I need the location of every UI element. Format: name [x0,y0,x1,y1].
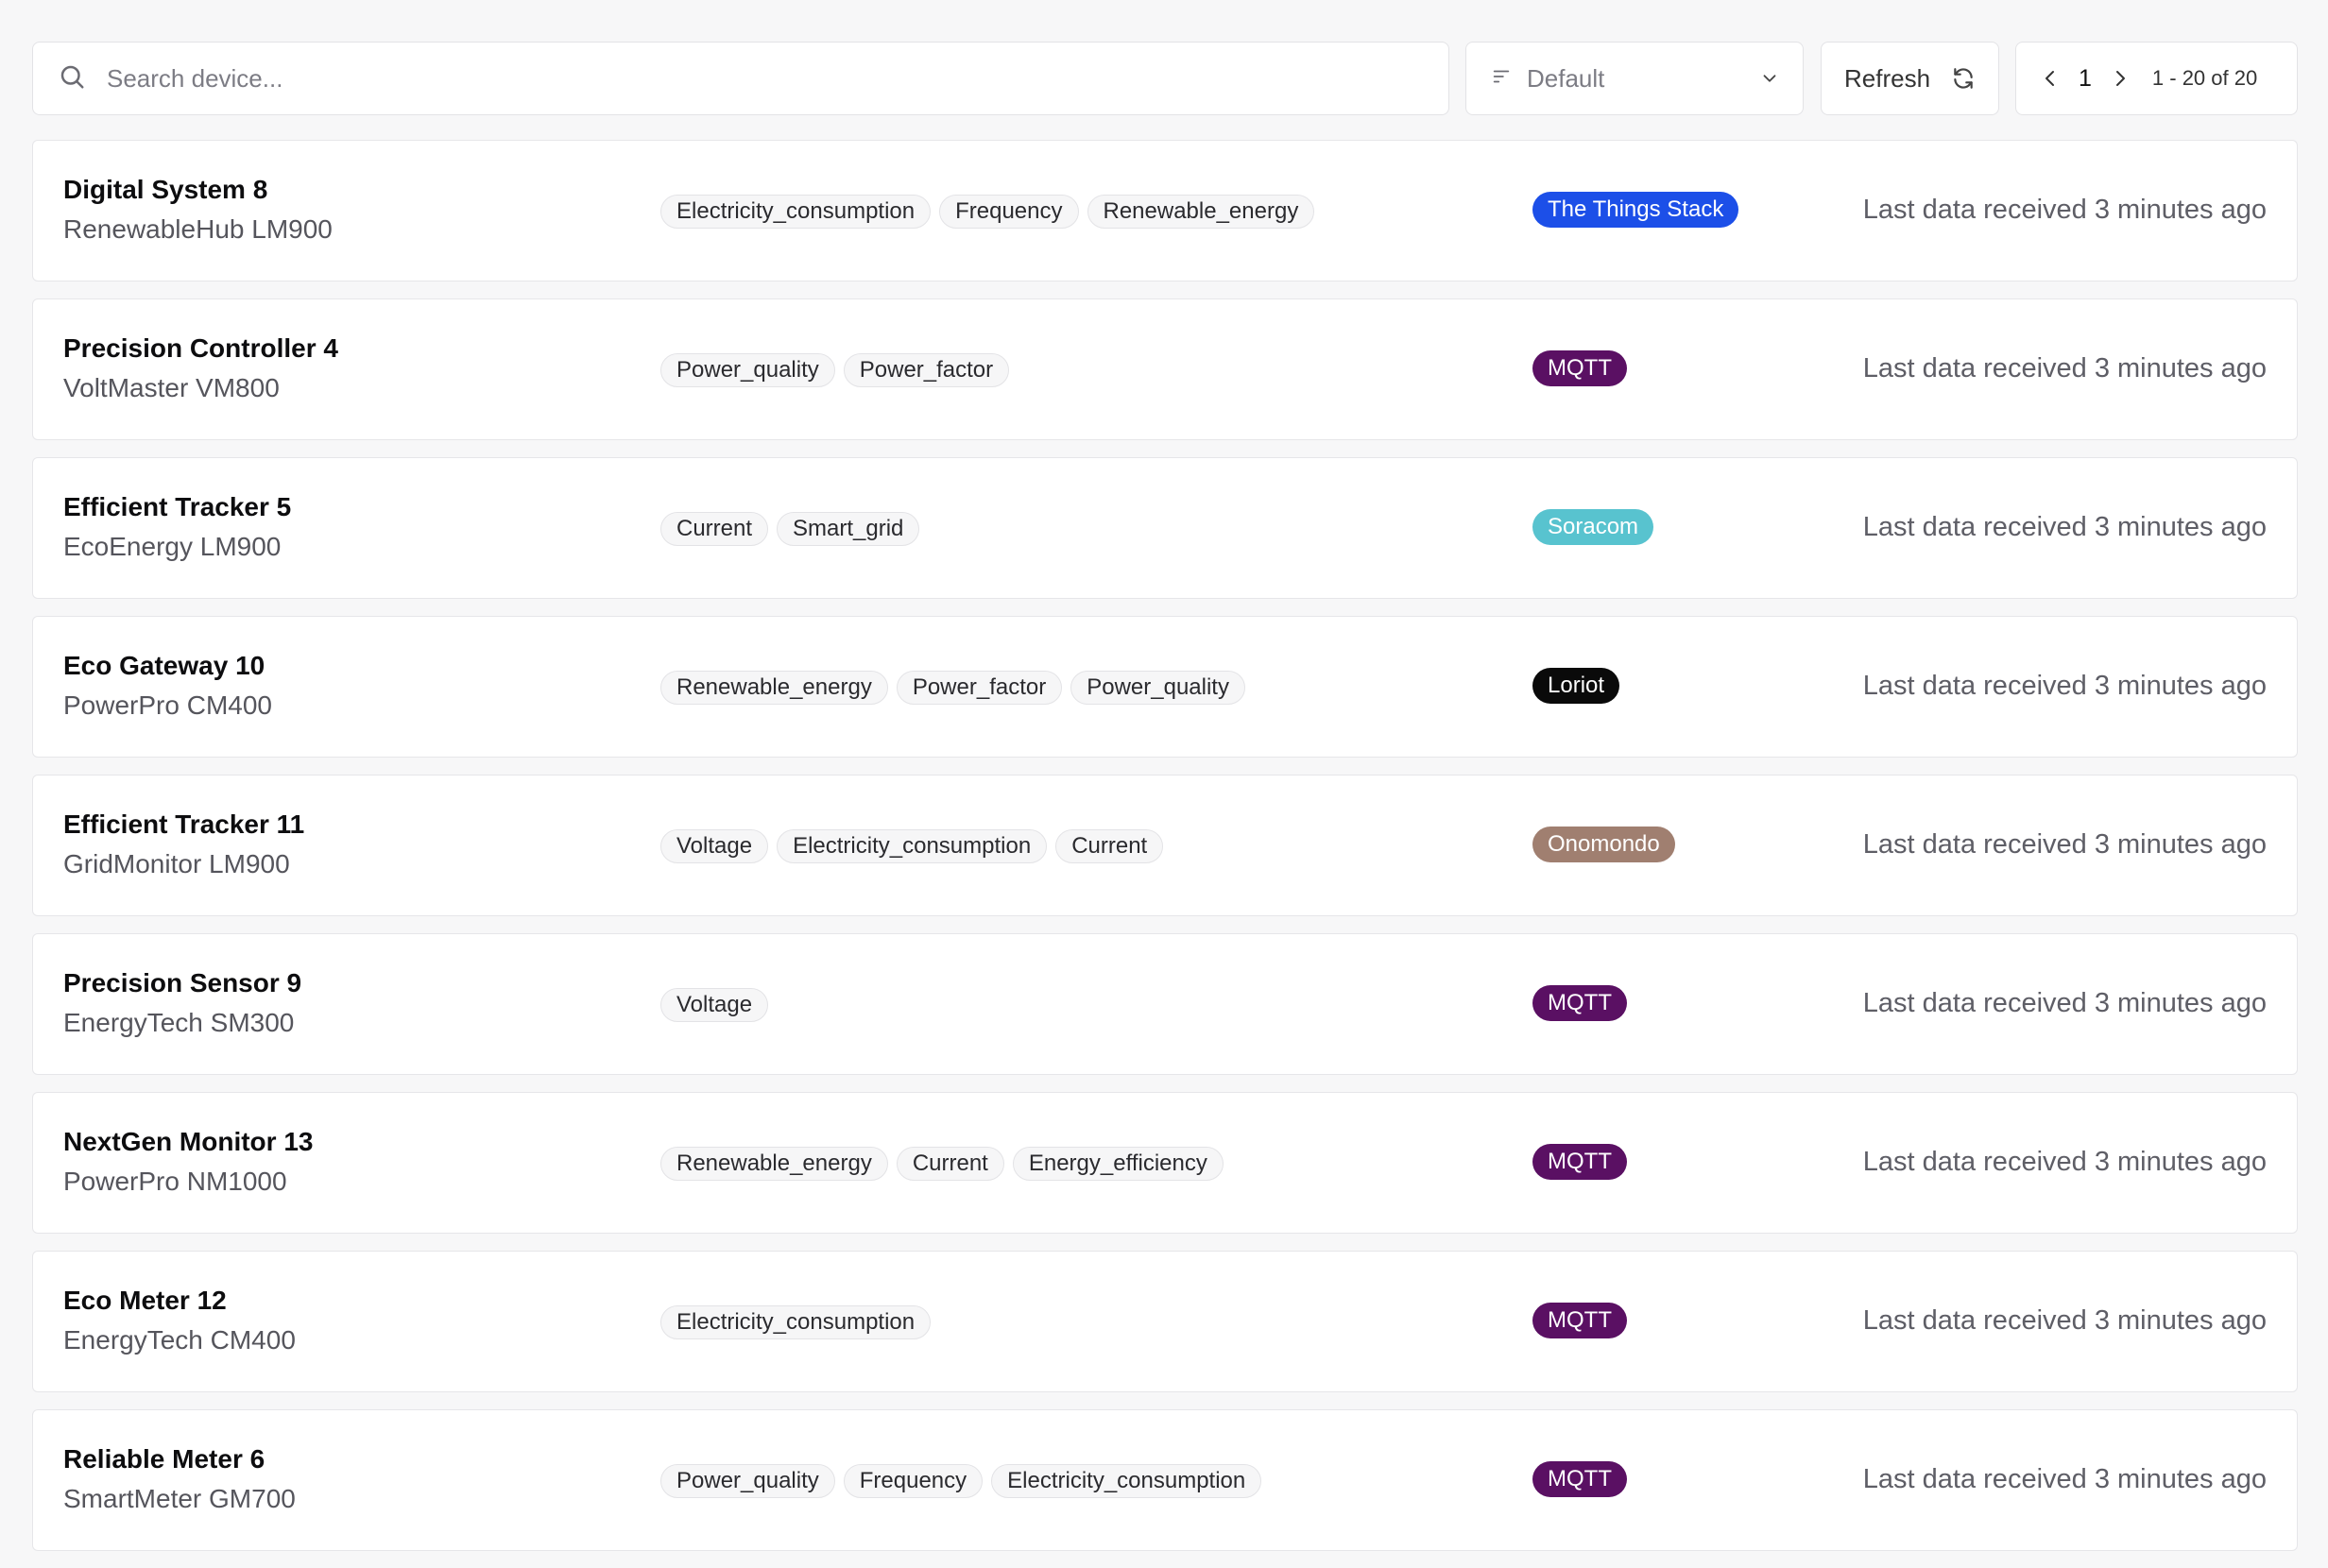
device-row[interactable]: NextGen Monitor 13 PowerPro NM1000 Renewab… [32,1092,2298,1234]
tag-chip: Energy_efficiency [1012,1147,1224,1181]
chevron-left-icon[interactable] [2039,67,2062,90]
last-data-received: Last data received 3 minutes ago [1862,988,2267,1018]
device-tags: Voltage Electricity_consumption Current [660,829,1164,863]
tag-chip: Power_quality [660,353,835,387]
tag-chip: Frequency [843,1464,984,1498]
device-model: PowerPro NM1000 [63,1167,287,1196]
tag-chip: Power_quality [1070,671,1245,705]
device-row[interactable]: Digital System 8 RenewableHub LM900 Electr… [32,140,2298,281]
device-name: Eco Gateway 10 [63,651,265,680]
device-model: EnergyTech SM300 [63,1008,295,1037]
tag-chip: Current [660,512,769,546]
search-box[interactable] [32,42,1449,115]
refresh-button[interactable]: Refresh [1821,42,1999,115]
integration-badge: MQTT [1532,985,1627,1021]
integration-badge: Onomondo [1532,827,1675,862]
device-row[interactable]: Eco Meter 12 EnergyTech CM400 Electricity_… [32,1251,2298,1392]
tag-chip: Voltage [660,829,769,863]
tag-chip: Electricity_consumption [991,1464,1262,1498]
last-data-received: Last data received 3 minutes ago [1862,195,2267,225]
device-model: RenewableHub LM900 [63,214,333,244]
sort-value: Default [1527,63,1605,93]
device-name: Efficient Tracker 11 [63,810,305,839]
page-range: 1 - 20 of 20 [2151,66,2258,90]
integration-badge: MQTT [1532,1303,1627,1338]
tag-chip: Renewable_energy [1087,195,1315,229]
device-model: VoltMaster VM800 [63,373,280,402]
device-name: Reliable Meter 6 [63,1444,265,1474]
tag-chip: Electricity_consumption [777,829,1048,863]
last-data-received: Last data received 3 minutes ago [1862,829,2267,860]
device-tags: Voltage [660,988,769,1022]
pagination: 1 1 - 20 of 20 [2015,42,2298,115]
integration-badge: Soracom [1532,509,1654,545]
device-list: Digital System 8 RenewableHub LM900 Electr… [32,140,2298,1568]
device-name: Digital System 8 [63,175,268,204]
device-tags: Electricity_consumption Frequency Renewabl… [660,195,1315,229]
integration-badge: The Things Stack [1532,192,1739,228]
device-model: PowerPro CM400 [63,690,272,720]
device-tags: Power_quality Frequency Electricity_consum… [660,1464,1262,1498]
device-model: EnergyTech CM400 [63,1325,296,1355]
tag-chip: Frequency [939,195,1079,229]
device-model: GridMonitor LM900 [63,849,290,878]
device-tags: Renewable_energy Current Energy_efficiency [660,1147,1224,1181]
refresh-label: Refresh [1844,63,1931,93]
integration-badge: MQTT [1532,350,1627,386]
tag-chip: Smart_grid [777,512,920,546]
tag-chip: Current [896,1147,1004,1181]
tag-chip: Electricity_consumption [660,195,932,229]
device-tags: Renewable_energy Power_factor Power_qualit… [660,671,1245,705]
device-row[interactable]: Efficient Tracker 11 GridMonitor LM900 Vol… [32,775,2298,916]
device-row[interactable]: Precision Controller 4 VoltMaster VM800 Po… [32,298,2298,440]
last-data-received: Last data received 3 minutes ago [1862,1305,2267,1336]
sort-icon [1491,66,1527,92]
device-model: SmartMeter GM700 [63,1484,296,1513]
sort-select[interactable]: Default [1465,42,1804,115]
device-tags: Electricity_consumption [660,1305,932,1339]
last-data-received: Last data received 3 minutes ago [1862,671,2267,701]
chevron-down-icon [1759,68,1780,89]
toolbar: Default Refresh 1 1 - 20 of 20 [32,42,2298,117]
chevron-right-icon[interactable] [2109,67,2131,90]
device-tags: Power_quality Power_factor [660,353,1010,387]
device-row[interactable]: Precision Sensor 9 EnergyTech SM300 Voltag… [32,933,2298,1075]
last-data-received: Last data received 3 minutes ago [1862,512,2267,542]
device-row[interactable]: Reliable Meter 6 SmartMeter GM700 Power_qu… [32,1409,2298,1551]
integration-badge: Loriot [1532,668,1620,704]
device-name: NextGen Monitor 13 [63,1127,314,1156]
last-data-received: Last data received 3 minutes ago [1862,1464,2267,1494]
device-name: Precision Controller 4 [63,333,338,363]
device-name: Efficient Tracker 5 [63,492,292,521]
device-tags: Current Smart_grid [660,512,920,546]
device-name: Precision Sensor 9 [63,968,302,997]
tag-chip: Power_quality [660,1464,835,1498]
refresh-icon [1951,66,1976,91]
last-data-received: Last data received 3 minutes ago [1862,1147,2267,1177]
tag-chip: Power_factor [843,353,1010,387]
search-icon [58,62,105,95]
tag-chip: Current [1055,829,1164,863]
last-data-received: Last data received 3 minutes ago [1862,353,2267,383]
device-model: EcoEnergy LM900 [63,532,282,561]
device-name: Eco Meter 12 [63,1286,227,1315]
device-row[interactable]: Efficient Tracker 5 EcoEnergy LM900 Curren… [32,457,2298,599]
tag-chip: Power_factor [896,671,1063,705]
tag-chip: Renewable_energy [660,671,888,705]
integration-badge: MQTT [1532,1461,1627,1497]
search-input[interactable] [105,62,1412,94]
current-page: 1 [2079,64,2092,92]
device-row[interactable]: Eco Gateway 10 PowerPro CM400 Renewable_en… [32,616,2298,758]
tag-chip: Renewable_energy [660,1147,888,1181]
tag-chip: Electricity_consumption [660,1305,932,1339]
integration-badge: MQTT [1532,1144,1627,1180]
tag-chip: Voltage [660,988,769,1022]
